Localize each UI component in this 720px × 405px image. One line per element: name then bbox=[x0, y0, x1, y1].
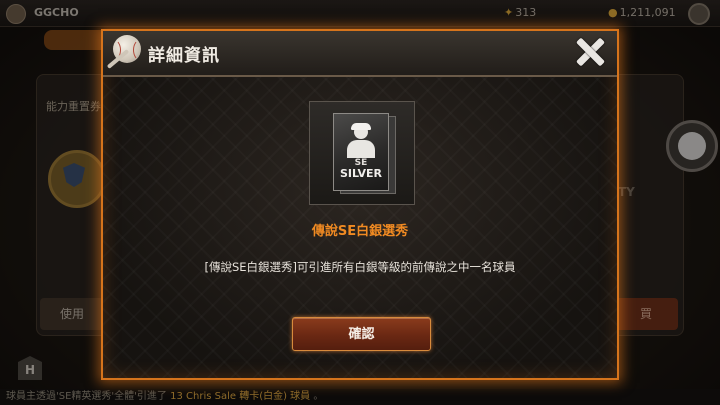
detail-info-dialog: 詳細資訊 SE SILVER 傳說SE白銀選秀 [傳說SE白銀選秀]可引進所有白… bbox=[101, 29, 619, 380]
silver-draft-card: SE SILVER bbox=[333, 113, 389, 191]
dialog-title: 詳細資訊 bbox=[148, 46, 220, 66]
item-description: [傳說SE白銀選秀]可引進所有白銀等級的前傳說之中一名球員 bbox=[204, 260, 516, 274]
item-name: 傳說SE白銀選秀 bbox=[311, 224, 409, 239]
player-silhouette-icon bbox=[344, 120, 378, 158]
card-tier-silver: SILVER bbox=[339, 167, 382, 180]
close-button[interactable] bbox=[573, 35, 607, 69]
dialog-header: 詳細資訊 bbox=[103, 31, 617, 77]
item-card-frame: SE SILVER bbox=[309, 101, 415, 205]
confirm-button[interactable]: 確認 bbox=[292, 317, 431, 351]
